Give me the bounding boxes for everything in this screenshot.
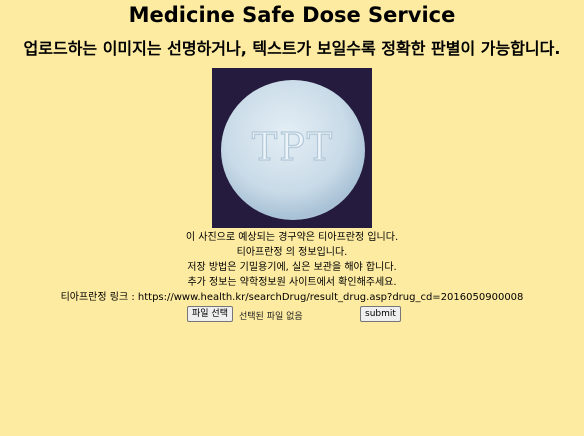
page-subtitle: 업로드하는 이미지는 선명하거나, 텍스트가 보일수록 정확한 판별이 가능합니…: [23, 39, 561, 58]
prediction-text: 이 사진으로 예상되는 경구약은 티아프란정 입니다.: [185, 232, 399, 243]
drug-link[interactable]: 티아프란정 링크 : https://www.health.kr/searchD…: [0, 290, 584, 305]
result-info: 이 사진으로 예상되는 경구약은 티아프란정 입니다. 티아프란정 의 정보입니…: [0, 230, 584, 305]
pill-photo: TPT: [221, 80, 365, 220]
upload-form: 파일 선택 선택된 파일 없음 submit: [0, 306, 584, 324]
pill-imprint: TPT: [252, 125, 334, 169]
page: Medicine Safe Dose Service 업로드하는 이미지는 선명…: [0, 0, 584, 324]
storage-text: 저장 방법은 기밀용기에, 실은 보관을 해야 합니다.: [187, 262, 397, 273]
file-select-button[interactable]: 파일 선택: [187, 306, 233, 322]
submit-button[interactable]: submit: [360, 306, 401, 322]
more-info-text: 추가 정보는 약학정보원 사이트에서 확인해주세요.: [187, 277, 397, 288]
pill-image: TPT: [212, 68, 372, 228]
page-title: Medicine Safe Dose Service: [128, 3, 456, 27]
info-title-text: 티아프란정 의 정보입니다.: [236, 247, 348, 258]
file-status-label: 선택된 파일 없음: [239, 312, 303, 322]
